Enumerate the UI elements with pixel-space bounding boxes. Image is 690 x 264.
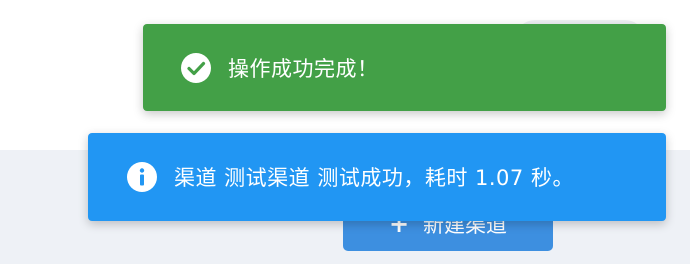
- info-toast[interactable]: 渠道 测试渠道 测试成功，耗时 1.07 秒。: [88, 133, 666, 221]
- success-toast-message: 操作成功完成！: [228, 56, 379, 81]
- success-toast[interactable]: 操作成功完成！: [143, 24, 666, 111]
- check-circle-icon: [180, 52, 212, 84]
- info-toast-message: 渠道 测试渠道 测试成功，耗时 1.07 秒。: [174, 166, 574, 190]
- info-circle-icon: [126, 161, 158, 193]
